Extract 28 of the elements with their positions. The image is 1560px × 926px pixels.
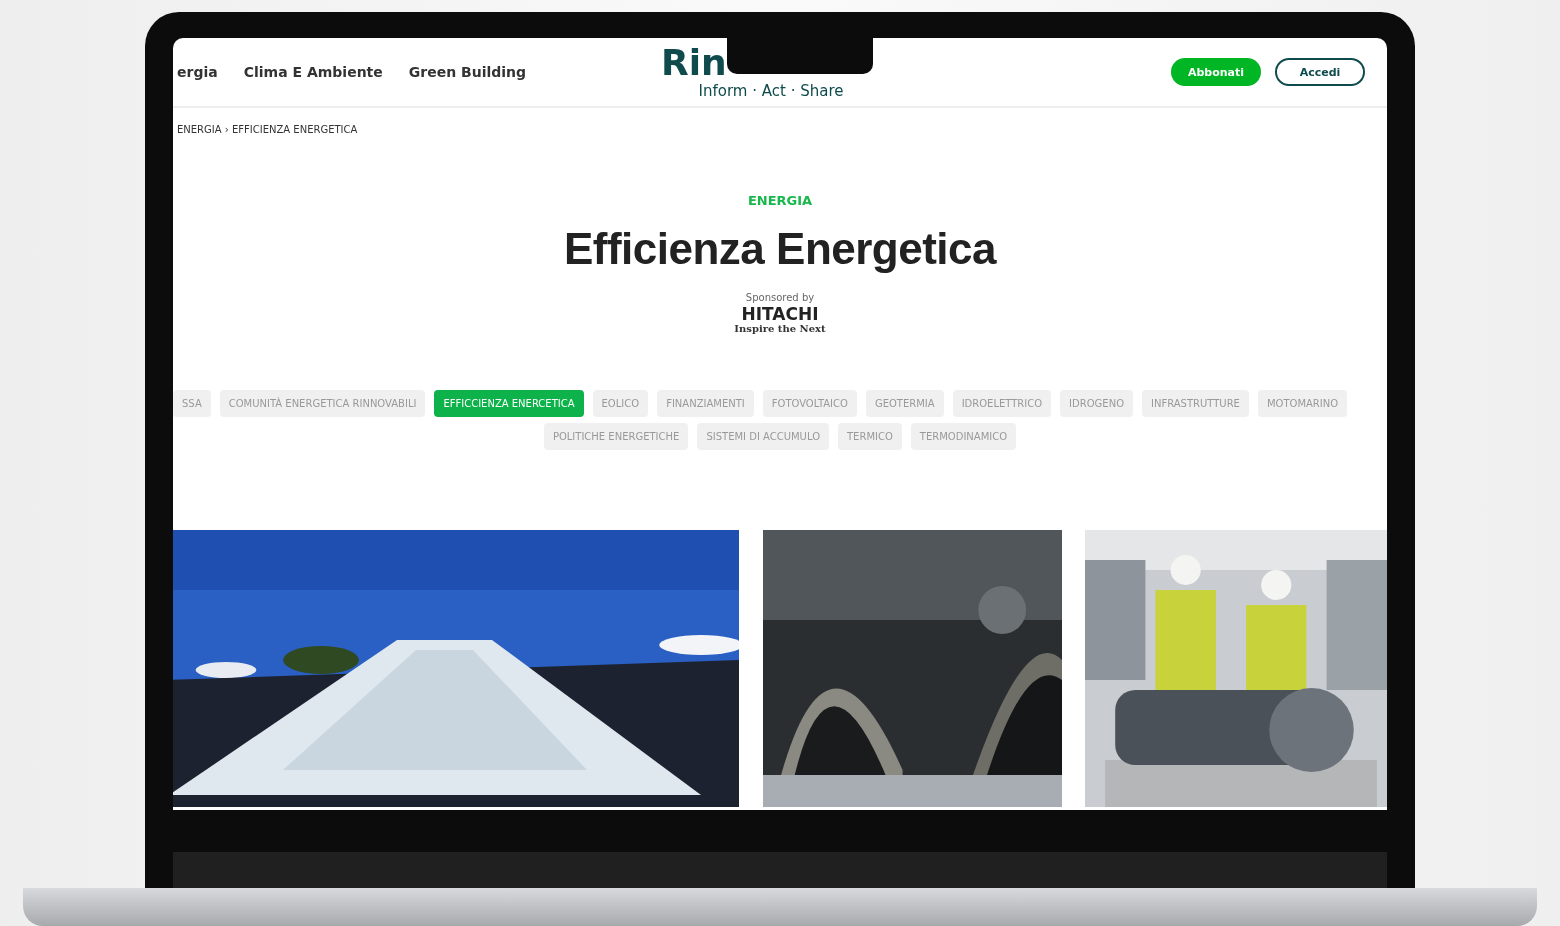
logo-tagline: Inform · Act · Share [698,82,844,100]
breadcrumb: ENERGIA › EFFICIENZA ENERGETICA [176,123,359,135]
tag-chip[interactable]: SISTEMI DI ACCUMULO [697,423,829,450]
tag-chip[interactable]: MOTOMARINO [1257,390,1348,417]
tag-chip[interactable]: EFFICCIENZA ENERCETICA [434,390,584,417]
tag-chip[interactable]: IDROGENO [1060,390,1133,417]
tag-chip[interactable]: IDROELETTRICO [952,390,1052,417]
subscribe-button[interactable]: Abbonati [1171,58,1261,86]
category-label[interactable]: ENERGIA [747,193,813,208]
tag-chip[interactable]: FOTOVOLTAICO [762,390,857,417]
page-title: Efficienza Energetica [563,224,997,274]
nav-link[interactable]: Green Building [408,64,527,80]
tag-chip[interactable]: INFRASTRUTTURE [1142,390,1249,417]
nav-link[interactable]: Clima E Ambiente [243,64,383,80]
tag-chip[interactable]: TERMODINAMICO [910,423,1017,450]
tag-chip[interactable]: EOLICO [592,390,649,417]
tag-chip[interactable]: TERMICO [838,423,902,450]
tag-chip[interactable]: POLITICHE ENERGETICHE [543,423,689,450]
sponsor-logo[interactable]: HITACHI [741,305,819,323]
tag-chip[interactable]: GEOTERMIA [865,390,944,417]
sponsor-label: Sponsored by [745,292,815,303]
tag-chip[interactable]: SSA [173,390,211,417]
tag-chip[interactable]: COMUNITÀ ENERGETICA RINNOVABILI [219,390,426,417]
nav-link[interactable]: ergia [177,64,218,80]
sponsor-slogan: Inspire the Next [734,323,826,334]
tag-chip[interactable]: FINANZIAMENTI [657,390,754,417]
login-button[interactable]: Accedi [1275,58,1365,86]
logo-wordmark[interactable]: Rin [661,44,727,82]
